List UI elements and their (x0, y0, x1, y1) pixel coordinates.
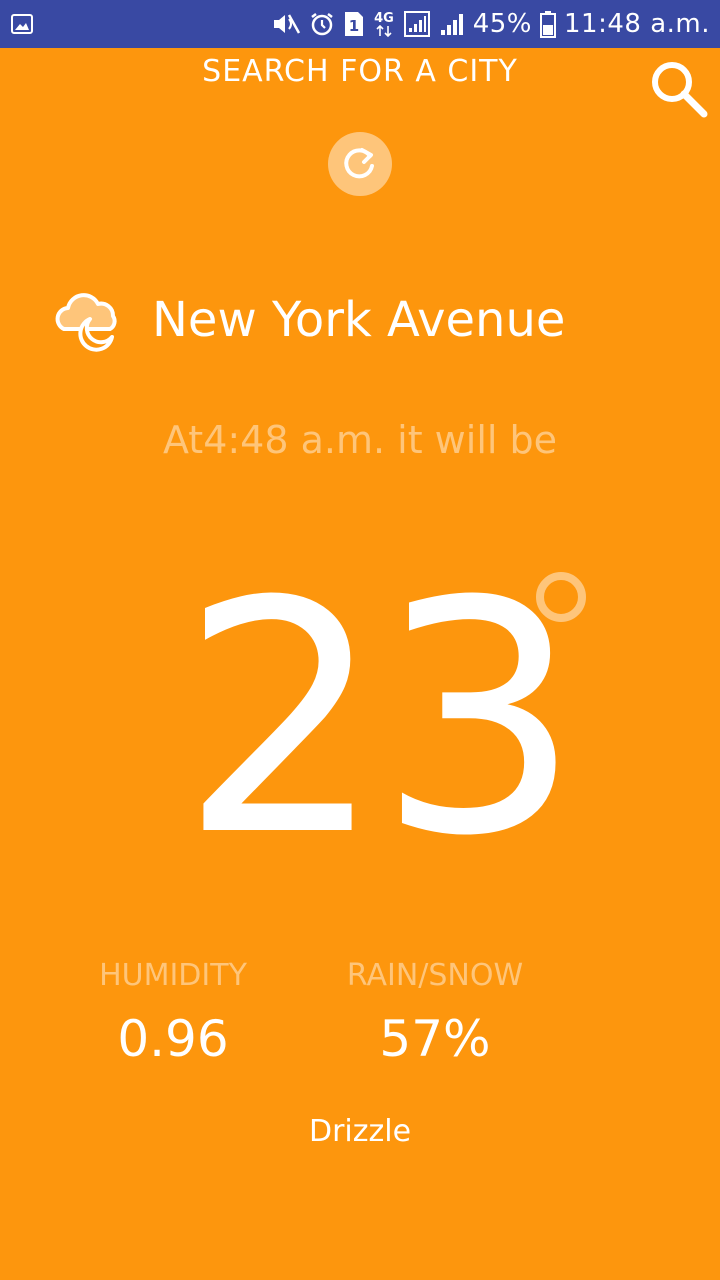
status-icons: 1 4G 45% 11:48 a.m. (271, 0, 710, 48)
gallery-icon (10, 12, 34, 36)
temperature-value: 23 (180, 534, 581, 906)
rain-snow-value: 57% (379, 1010, 491, 1068)
battery-percent: 45% (472, 9, 533, 39)
humidity-value: 0.96 (117, 1010, 229, 1068)
svg-text:1: 1 (349, 17, 359, 35)
signal-icon (403, 10, 431, 38)
search-icon (646, 62, 710, 124)
4g-icon: 4G (373, 9, 395, 39)
search-button[interactable] (646, 56, 710, 120)
battery-icon (540, 10, 557, 38)
humidity-label: HUMIDITY (99, 958, 247, 993)
clock: 11:48 a.m. (564, 9, 710, 39)
search-city-title[interactable]: SEARCH FOR A CITY (0, 54, 720, 89)
sim-icon: 1 (343, 10, 365, 38)
weather-summary: Drizzle (308, 1114, 412, 1149)
cloud-moon-icon (50, 283, 124, 357)
mute-icon (271, 11, 301, 37)
location-row: New York Avenue (50, 282, 565, 358)
refresh-icon (340, 142, 380, 186)
forecast-time-text: At4:48 a.m. it will be (162, 418, 558, 462)
alarm-icon (309, 11, 335, 37)
rain-snow-label: RAIN/SNOW (346, 958, 524, 993)
location-name: New York Avenue (152, 292, 566, 348)
degree-icon (534, 570, 588, 624)
signal-icon (439, 11, 465, 37)
status-bar: 1 4G 45% 11:48 a.m. (0, 0, 720, 48)
svg-text:4G: 4G (374, 11, 394, 26)
refresh-button[interactable] (328, 132, 392, 196)
